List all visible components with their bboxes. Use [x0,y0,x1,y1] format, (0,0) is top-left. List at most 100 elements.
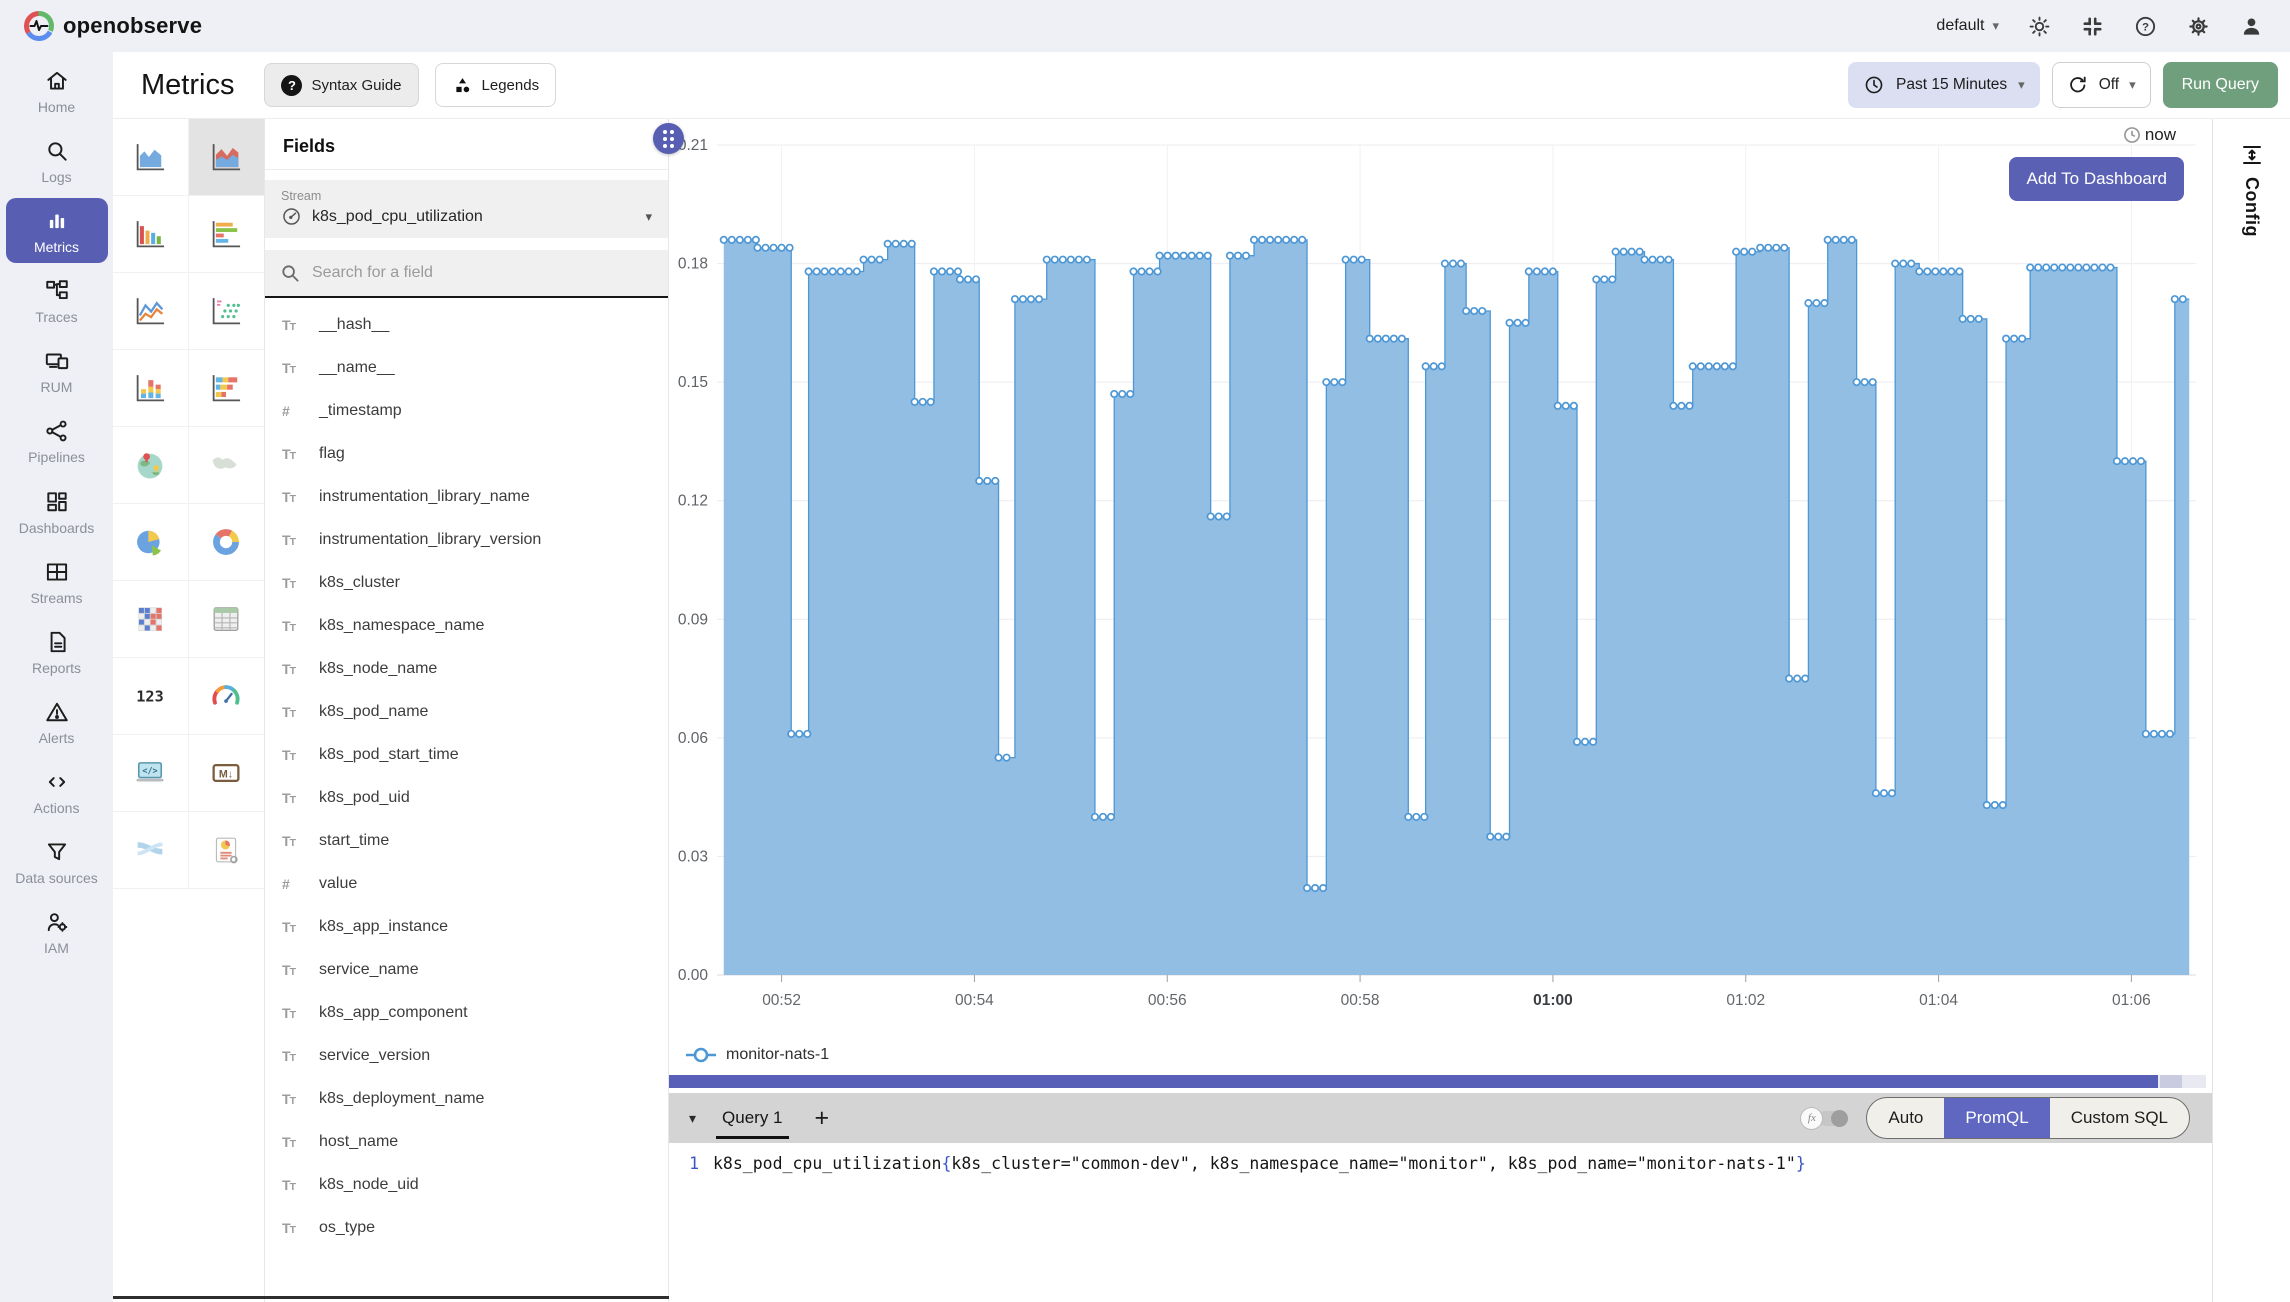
chart-type-table[interactable] [189,581,265,658]
chart-legend[interactable]: monitor-nats-1 [669,1039,2212,1071]
field-row-flag[interactable]: TTflag [265,432,668,475]
org-selector[interactable]: default ▾ [1936,17,1999,35]
time-range-selector[interactable]: Past 15 Minutes ▾ [1848,62,2040,108]
field-row-k8s_app_instance[interactable]: TTk8s_app_instance [265,905,668,948]
field-search-input[interactable]: Search for a field [265,250,668,296]
sidebar-item-actions[interactable]: Actions [6,759,108,824]
text-field-icon: TT [282,747,306,763]
chart-type-metric-text[interactable]: 123 [113,658,189,735]
alerts-icon [44,699,70,725]
vrl-function-toggle[interactable]: fx [1800,1107,1848,1130]
mode-custom-sql-button[interactable]: Custom SQL [2050,1098,2189,1138]
help-icon[interactable]: ? [2133,14,2158,39]
theme-sun-icon[interactable] [2027,14,2052,39]
collapse-query-icon[interactable]: ▾ [689,1110,696,1127]
sidebar-item-traces[interactable]: Traces [6,268,108,333]
field-row-start_time[interactable]: TTstart_time [265,819,668,862]
text-field-icon: TT [282,1048,306,1064]
field-name: k8s_pod_name [319,703,428,721]
chart-type-stacked-bar[interactable] [113,350,189,427]
chart-type-pie[interactable] [113,504,189,581]
field-row-k8s_pod_start_time[interactable]: TTk8s_pod_start_time [265,733,668,776]
field-row-_timestamp[interactable]: #_timestamp [265,389,668,432]
sidebar-item-alerts[interactable]: Alerts [6,689,108,754]
sidebar-item-iam[interactable]: IAM [6,899,108,964]
add-to-dashboard-button[interactable]: Add To Dashboard [2009,157,2184,201]
chart-type-geomap[interactable] [113,427,189,504]
stream-selector[interactable]: Stream k8s_pod_cpu_utilization ▾ [265,180,668,238]
field-row-__hash__[interactable]: TT__hash__ [265,303,668,346]
user-avatar-icon[interactable] [2239,14,2264,39]
field-row-k8s_node_name[interactable]: TTk8s_node_name [265,647,668,690]
field-row-host_name[interactable]: TThost_name [265,1120,668,1163]
sidebar-item-rum[interactable]: RUM [6,338,108,403]
chart-type-sankey[interactable] [113,812,189,889]
text-field-icon: TT [282,360,306,376]
mode-auto-button[interactable]: Auto [1867,1098,1944,1138]
sidebar-item-pipelines[interactable]: Pipelines [6,408,108,473]
chart-type-gauge[interactable] [189,658,265,735]
field-row-k8s_deployment_name[interactable]: TTk8s_deployment_name [265,1077,668,1120]
field-row-k8s_pod_uid[interactable]: TTk8s_pod_uid [265,776,668,819]
chart-type-area-stacked[interactable] [189,119,265,196]
legends-button[interactable]: Legends [435,63,557,107]
field-row-service_version[interactable]: TTservice_version [265,1034,668,1077]
chart-type-html[interactable]: </> [113,735,189,812]
sidebar-item-reports[interactable]: Reports [6,619,108,684]
text-field-icon: TT [282,919,306,935]
chart-type-h-stacked-bar[interactable] [189,350,265,427]
chart-type-custom-chart[interactable] [189,812,265,889]
field-row-instrumentation_library_name[interactable]: TTinstrumentation_library_name [265,475,668,518]
chart-type-bar[interactable] [113,196,189,273]
sidebar-item-logs[interactable]: Logs [6,128,108,193]
metrics-chart[interactable]: 0.000.030.060.090.120.150.180.2100:5200:… [669,119,2212,1039]
field-row-os_type[interactable]: TTos_type [265,1206,668,1249]
chart-type-grid: 123</>M↓ [113,119,265,1302]
field-row-k8s_node_uid[interactable]: TTk8s_node_uid [265,1163,668,1206]
field-row-value[interactable]: #value [265,862,668,905]
field-row-k8s_namespace_name[interactable]: TTk8s_namespace_name [265,604,668,647]
field-row-k8s_cluster[interactable]: TTk8s_cluster [265,561,668,604]
chart-type-maps[interactable] [189,427,265,504]
rum-icon [44,348,70,374]
sidebar-item-streams[interactable]: Streams [6,549,108,614]
chart-type-markdown[interactable]: M↓ [189,735,265,812]
field-name: __hash__ [319,316,389,334]
text-field-icon: TT [282,962,306,978]
tab-config[interactable]: Config [2241,177,2262,237]
sidebar-item-data-sources[interactable]: Data sources [6,829,108,894]
scrollbar-thumb[interactable] [669,1075,2158,1088]
metrics-toolbar: Metrics ? Syntax Guide Legends Past 15 M… [113,52,2290,118]
chart-type-heatmap[interactable] [113,581,189,658]
query-editor[interactable]: 1 k8s_pod_cpu_utilization{k8s_cluster="c… [669,1143,2212,1302]
horizontal-scrollbar[interactable] [669,1075,2206,1088]
sidebar-item-label: Streams [30,590,82,606]
chart-type-line[interactable] [113,273,189,350]
mode-promql-button[interactable]: PromQL [1944,1098,2049,1138]
panel-drag-handle[interactable] [653,123,684,154]
refresh-interval-selector[interactable]: Off ▾ [2052,62,2151,108]
field-row-__name__[interactable]: TT__name__ [265,346,668,389]
sidebar-item-label: Metrics [34,239,79,255]
slack-icon[interactable] [2080,14,2105,39]
tab-query-1[interactable]: Query 1 [716,1097,788,1139]
chart-type-area[interactable] [113,119,189,196]
sidebar-item-home[interactable]: Home [6,58,108,123]
field-row-k8s_app_component[interactable]: TTk8s_app_component [265,991,668,1034]
promql-query-text[interactable]: k8s_pod_cpu_utilization{k8s_cluster="com… [713,1152,1806,1302]
sidebar-item-dashboards[interactable]: Dashboards [6,479,108,544]
chart-type-h-bar[interactable] [189,196,265,273]
settings-gear-icon[interactable] [2186,14,2211,39]
syntax-guide-button[interactable]: ? Syntax Guide [264,63,418,107]
svg-text:01:06: 01:06 [2112,992,2151,1009]
line-chart-icon [132,293,168,329]
field-row-k8s_pod_name[interactable]: TTk8s_pod_name [265,690,668,733]
sidebar-item-metrics[interactable]: Metrics [6,198,108,263]
chart-type-donut[interactable] [189,504,265,581]
chart-type-scatter[interactable] [189,273,265,350]
field-row-service_name[interactable]: TTservice_name [265,948,668,991]
run-query-button[interactable]: Run Query [2163,62,2278,108]
field-row-instrumentation_library_version[interactable]: TTinstrumentation_library_version [265,518,668,561]
add-query-button[interactable]: + [815,1104,830,1133]
text-field-icon: TT [282,446,306,462]
